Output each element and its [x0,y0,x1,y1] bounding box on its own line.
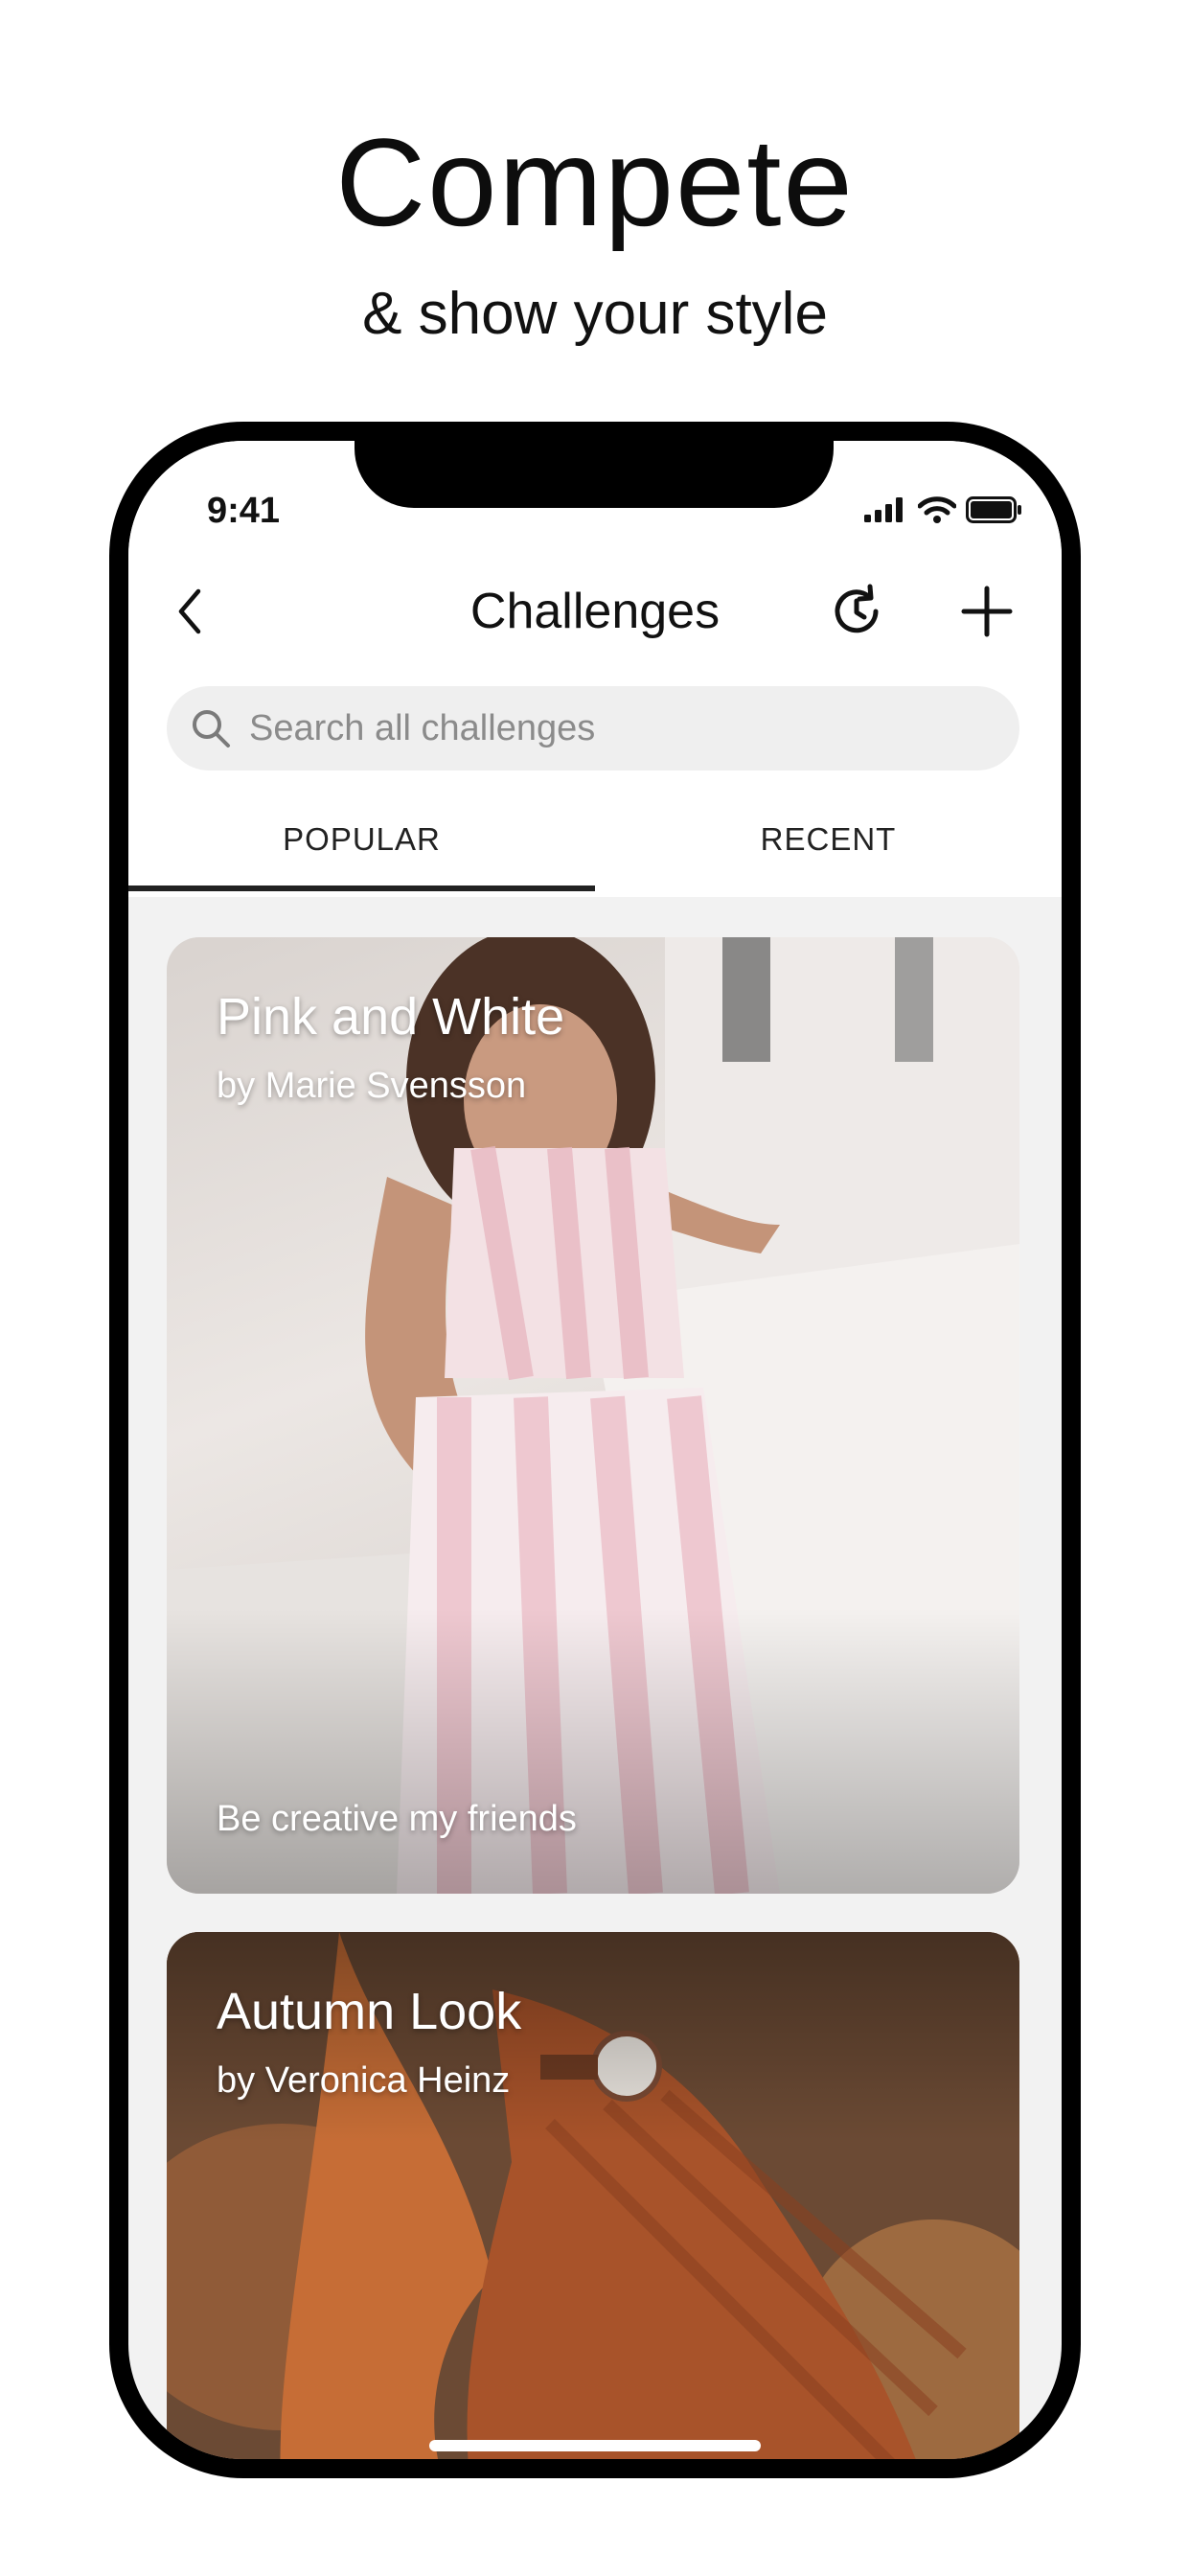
notch [355,441,834,508]
challenge-author: by Veronica Heinz [217,2060,511,2101]
page-title: Challenges [469,584,721,639]
challenge-title: Pink and White [217,988,565,1046]
promo-headline: Compete [335,112,855,252]
clock-refresh-icon [828,583,885,645]
challenge-card[interactable]: Autumn Look by Veronica Heinz [167,1932,1019,2459]
challenge-description: Be creative my friends [217,1799,577,1839]
challenge-author: by Marie Svensson [217,1066,527,1106]
challenge-card[interactable]: Pink and White by Marie Svensson Be crea… [167,937,1019,1894]
tab-recent[interactable]: RECENT [595,801,1062,897]
search-bar[interactable] [167,686,1019,770]
phone-screen: 9:41 Challenges Search all challenges PO… [128,441,1062,2459]
add-challenge-button[interactable] [949,575,1025,652]
tab-popular[interactable]: POPULAR [128,801,595,897]
phone-frame: 9:41 Challenges Search all challenges PO… [109,422,1081,2478]
home-indicator[interactable] [429,2440,761,2451]
promo-subheadline: & show your style [362,281,828,347]
tab-bar: POPULAR RECENT [128,801,1062,897]
history-button[interactable] [818,575,895,652]
wifi-icon [917,496,957,528]
app-header: 9:41 Challenges Search all challenges PO… [128,441,1062,897]
search-input[interactable] [247,706,979,750]
battery-icon [966,496,1023,528]
plus-icon [960,585,1014,643]
tab-selected-indicator [128,886,595,891]
status-icons [864,496,1023,528]
search-icon [182,700,240,757]
challenge-title: Autumn Look [217,1983,522,2040]
signal-icon [864,497,908,527]
status-time: 9:41 [207,491,281,531]
